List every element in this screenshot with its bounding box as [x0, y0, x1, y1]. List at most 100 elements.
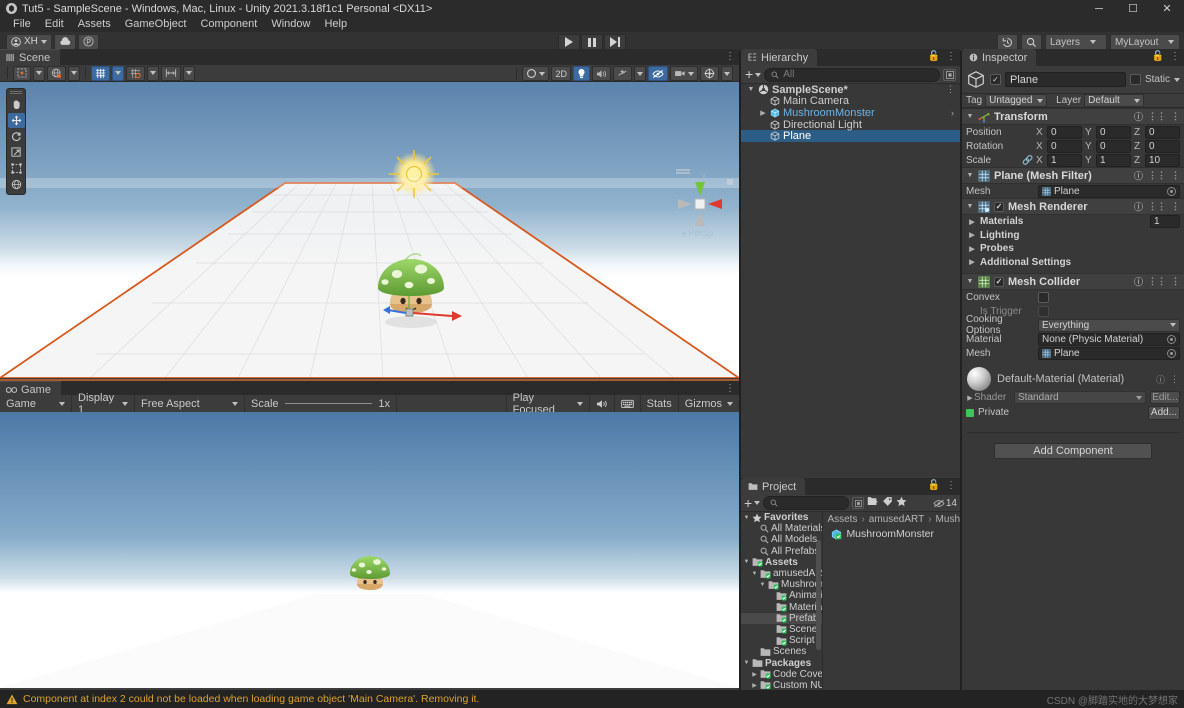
snap-increment-dropdown[interactable] — [183, 65, 195, 81]
help-icon[interactable]: ⓘ — [1156, 373, 1165, 386]
scene-tab-menu[interactable]: ⋮ — [725, 51, 735, 62]
hand-tool-button[interactable] — [8, 97, 25, 112]
mesh-renderer-enabled-checkbox[interactable]: ✓ — [994, 201, 1004, 212]
preset-icon[interactable]: ⋮⋮ — [1148, 276, 1166, 287]
foldout-arrow-icon[interactable]: ▼ — [759, 582, 766, 588]
project-asset-item[interactable]: MushroomMonster — [823, 527, 960, 541]
game-viewport[interactable] — [0, 412, 739, 688]
foldout-arrow-icon[interactable]: ▶ — [751, 671, 758, 678]
material-header[interactable]: Default-Material (Material) ⓘ ⋮ — [962, 367, 1184, 391]
foldout-arrow-icon[interactable]: ▶ — [968, 231, 976, 239]
draw-mode-button[interactable] — [522, 66, 550, 81]
menu-window[interactable]: Window — [264, 17, 317, 32]
search-button[interactable] — [1021, 34, 1042, 50]
hierarchy-filter-button[interactable] — [943, 68, 956, 81]
rotate-tool-button[interactable] — [8, 129, 25, 144]
grid-snapping-button[interactable] — [126, 65, 145, 81]
mesh-collider-component-header[interactable]: ▼ ✓ Mesh Collider ⓘ ⋮⋮ ⋮ — [962, 273, 1184, 290]
hierarchy-item-samplescene[interactable]: ▼ SampleScene* ⋮ — [741, 84, 960, 96]
transform-rotation-z-input[interactable]: 0 — [1145, 139, 1180, 153]
chevron-down-icon[interactable] — [1174, 77, 1180, 82]
project-window-filter-button[interactable] — [852, 497, 865, 509]
project-tree-item-scenes[interactable]: Scenes — [741, 646, 822, 657]
project-menu-icon[interactable]: ⋮ — [946, 480, 956, 491]
project-tree-item-all-prefabs[interactable]: All Prefabs — [741, 546, 822, 557]
component-menu-icon[interactable]: ⋮ — [1171, 111, 1180, 122]
scale-slider-group[interactable]: Scale 1x — [245, 395, 397, 412]
foldout-arrow-icon[interactable]: ▶ — [751, 682, 758, 689]
inspector-menu-icon[interactable]: ⋮ — [1170, 51, 1180, 62]
mute-audio-button[interactable] — [590, 395, 615, 412]
camera-settings-button[interactable] — [670, 66, 698, 81]
project-tree-item-favorites[interactable]: ▼ Favorites — [741, 512, 822, 523]
lighting-toggle-button[interactable] — [573, 66, 590, 81]
pivot-mode-button[interactable] — [13, 65, 31, 81]
project-content-area[interactable]: Assets › amusedART › Mush MushroomMonster — [822, 512, 960, 689]
hierarchy-add-button[interactable]: + — [745, 67, 762, 81]
renderer-section-probes[interactable]: ▶ Probes — [962, 242, 1184, 256]
scale-slider-track[interactable] — [284, 403, 373, 404]
object-enabled-checkbox[interactable]: ✓ — [990, 74, 1001, 85]
convex-checkbox[interactable] — [1038, 291, 1049, 303]
lock-icon[interactable]: 🔓 — [928, 51, 940, 62]
hidden-objects-toggle[interactable] — [648, 66, 668, 81]
handle-space-button[interactable] — [47, 65, 66, 81]
aspect-dropdown[interactable]: Free Aspect — [135, 395, 245, 412]
rect-tool-button[interactable] — [8, 161, 25, 176]
preset-icon[interactable]: ⋮⋮ — [1148, 201, 1166, 212]
foldout-arrow-icon[interactable]: ▼ — [966, 278, 974, 285]
filter-by-label-button[interactable] — [882, 496, 893, 510]
foldout-arrow-icon[interactable]: ▼ — [743, 515, 750, 521]
project-search-input[interactable] — [763, 496, 850, 510]
project-tree-item-all-materials[interactable]: All Materials — [741, 523, 822, 534]
project-tree-item-amusedart[interactable]: ▼ amusedART — [741, 568, 823, 579]
layer-dropdown[interactable]: Default — [1084, 94, 1145, 107]
tab-inspector[interactable]: Inspector — [962, 49, 1037, 66]
project-tree-item-code-covera[interactable]: ▶ Code Covera — [741, 669, 822, 680]
component-menu-icon[interactable]: ⋮ — [1171, 276, 1180, 287]
renderer-section-materials[interactable]: ▶ Materials 1 — [962, 215, 1184, 229]
mesh-collider-enabled-checkbox[interactable]: ✓ — [994, 276, 1004, 287]
breadcrumb-segment[interactable]: Mush — [936, 514, 960, 525]
maximize-button[interactable]: ☐ — [1116, 0, 1150, 17]
open-prefab-icon[interactable]: › — [951, 108, 954, 118]
hierarchy-menu-icon[interactable]: ⋮ — [946, 51, 956, 62]
menu-file[interactable]: File — [6, 17, 38, 32]
transform-position-z-input[interactable]: 0 — [1145, 125, 1180, 139]
breadcrumb-segment[interactable]: Assets — [827, 514, 857, 525]
foldout-arrow-icon[interactable]: ▼ — [751, 571, 758, 577]
transform-scale-y-input[interactable]: 1 — [1096, 153, 1131, 167]
menu-help[interactable]: Help — [317, 17, 354, 32]
snap-increment-button[interactable] — [161, 65, 181, 81]
foldout-arrow-icon[interactable]: ▼ — [966, 113, 974, 120]
transform-position-x-input[interactable]: 0 — [1047, 125, 1082, 139]
status-bar[interactable]: Component at index 2 could not be loaded… — [0, 690, 1184, 708]
vsync-button[interactable] — [615, 395, 641, 412]
2d-toggle-button[interactable]: 2D — [551, 66, 571, 81]
layout-dropdown[interactable]: MyLayout — [1110, 34, 1180, 50]
favorites-star-button[interactable] — [896, 496, 907, 510]
project-tree-item-script[interactable]: Script — [741, 635, 822, 646]
help-icon[interactable]: ⓘ — [1134, 200, 1143, 213]
project-tree-item-custom-nuni[interactable]: ▶ Custom NUni — [741, 680, 822, 689]
menu-component[interactable]: Component — [193, 17, 264, 32]
hierarchy-item-plane[interactable]: Plane — [741, 130, 960, 142]
foldout-arrow-icon[interactable]: ▼ — [966, 203, 974, 210]
mesh-filter-mesh-field[interactable]: Plane — [1038, 184, 1180, 198]
transform-tool-button[interactable] — [8, 177, 25, 192]
shader-edit-button[interactable]: Edit... — [1150, 391, 1180, 404]
add-component-button[interactable]: Add Component — [994, 443, 1152, 459]
tab-project[interactable]: Project — [741, 478, 806, 495]
foldout-arrow-icon[interactable]: ▶ — [966, 394, 974, 402]
material-add-button[interactable]: Add... — [1148, 405, 1180, 420]
game-view-mode-dropdown[interactable]: Game — [0, 395, 72, 412]
component-menu-icon[interactable]: ⋮ — [1171, 201, 1180, 212]
transform-scale-x-input[interactable]: 1 — [1047, 153, 1082, 167]
handle-space-dropdown[interactable] — [68, 65, 80, 81]
project-tree-item-all-models[interactable]: All Models — [741, 534, 822, 545]
layers-dropdown[interactable]: Layers — [1045, 34, 1107, 50]
collider-mesh-field[interactable]: Plane — [1038, 346, 1180, 360]
scale-link-icon[interactable]: 🔗 — [1022, 155, 1036, 166]
grid-snapping-dropdown[interactable] — [147, 65, 159, 81]
mesh-renderer-component-header[interactable]: ▼ ✓ Mesh Renderer ⓘ ⋮⋮ ⋮ — [962, 198, 1184, 215]
